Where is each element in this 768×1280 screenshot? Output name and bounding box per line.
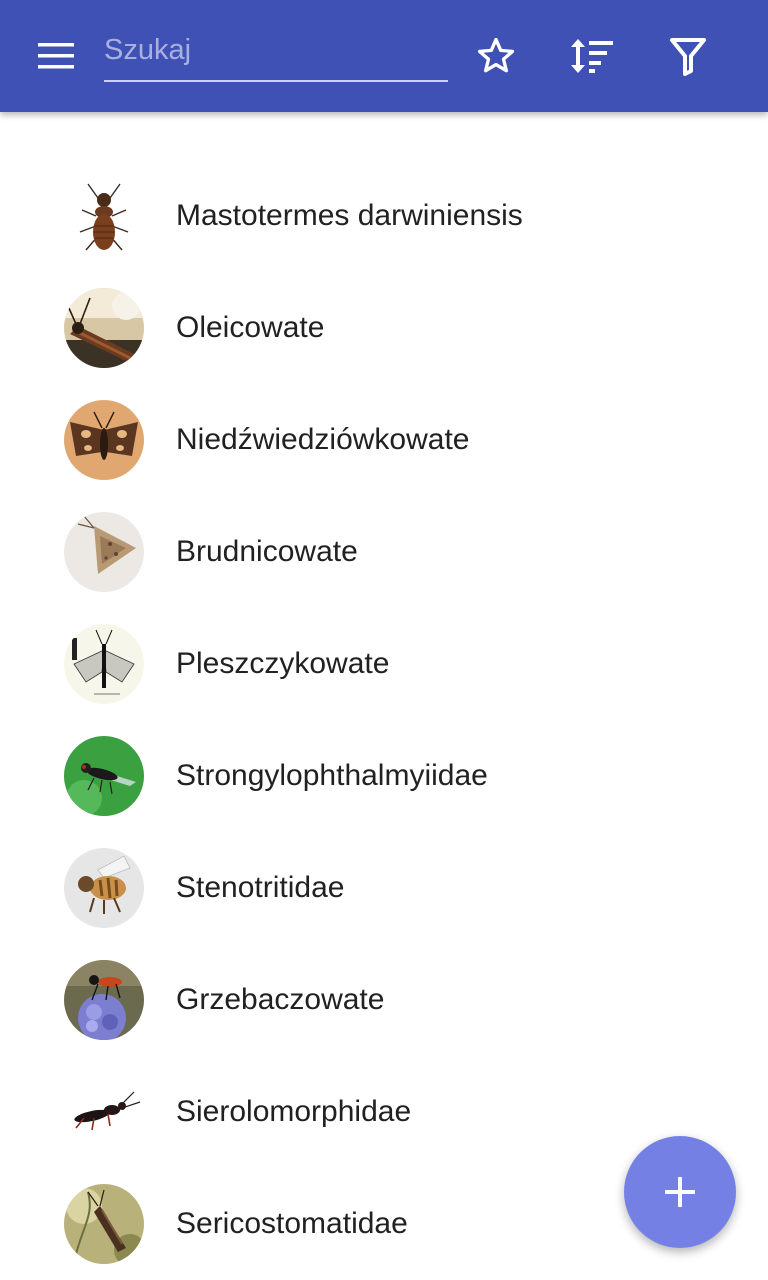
list-item[interactable]: Mastotermes darwiniensis [0,160,768,272]
favorites-button[interactable] [472,32,520,80]
item-name: Brudnicowate [176,535,358,568]
list-item[interactable]: Brudnicowate [0,496,768,608]
menu-icon [38,43,74,69]
item-name: Mastotermes darwiniensis [176,199,523,232]
insect-thumbnail [64,736,144,816]
app-screen: Mastotermes darwiniensis Oleicowate [0,0,768,1280]
insect-thumbnail [64,960,144,1040]
insect-thumbnail [64,1072,144,1152]
insect-thumbnail [64,400,144,480]
item-name: Oleicowate [176,311,325,344]
insect-thumbnail [64,848,144,928]
sort-icon [571,39,613,73]
list-item[interactable]: Grzebaczowate [0,944,768,1056]
add-button[interactable] [624,1136,736,1248]
list-item[interactable]: Oleicowate [0,272,768,384]
item-name: Grzebaczowate [176,983,385,1016]
item-name: Sierolomorphidae [176,1095,412,1128]
item-name: Stenotritidae [176,871,345,904]
insect-thumbnail [64,624,144,704]
insect-thumbnail [64,1184,144,1264]
star-outline-icon [477,37,515,73]
top-app-bar [0,0,768,112]
filter-button[interactable] [664,32,712,80]
menu-button[interactable] [24,32,88,80]
list-item[interactable]: Pleszczykowate [0,608,768,720]
item-name: Sericostomatidae [176,1207,408,1240]
family-list: Mastotermes darwiniensis Oleicowate Nied… [0,160,768,1280]
insect-thumbnail [64,288,144,368]
item-name: Niedźwiedziówkowate [176,423,470,456]
insect-thumbnail [64,176,144,256]
list-item[interactable]: Strongylophthalmyiidae [0,720,768,832]
search-input[interactable] [104,30,444,70]
item-name: Strongylophthalmyiidae [176,759,488,792]
search-field[interactable] [104,24,448,82]
insect-thumbnail [64,512,144,592]
plus-icon [665,1177,695,1207]
list-item[interactable]: Stenotritidae [0,832,768,944]
filter-icon [670,38,706,76]
sort-button[interactable] [568,32,616,80]
list-item[interactable]: Niedźwiedziówkowate [0,384,768,496]
item-name: Pleszczykowate [176,647,390,680]
